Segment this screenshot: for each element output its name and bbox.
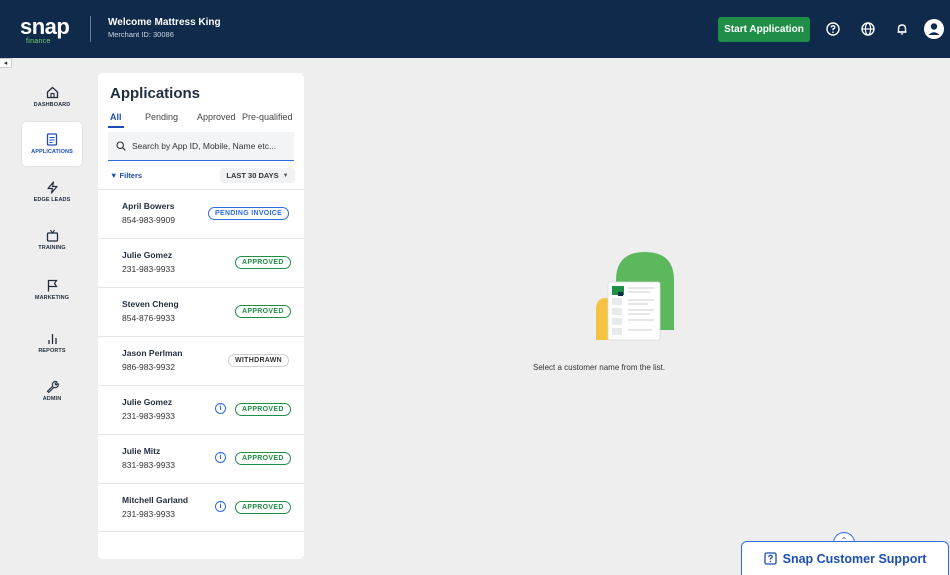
tab-all[interactable]: All	[110, 112, 122, 122]
home-icon	[46, 86, 58, 99]
wrench-icon	[46, 380, 59, 393]
sidebar-item-edge-leads[interactable]: EDGE LEADS	[22, 170, 82, 214]
sidebar-item-reports[interactable]: REPORTS	[22, 321, 82, 365]
filter-icon: ▼	[110, 171, 118, 180]
lightning-icon	[46, 181, 58, 194]
table-row[interactable]: Steven Cheng 854-876-9933 APPROVED	[98, 287, 304, 336]
info-icon[interactable]: i	[215, 501, 226, 512]
empty-state-illustration	[596, 252, 674, 341]
sidebar-item-label: EDGE LEADS	[33, 197, 71, 203]
active-tab-underline	[108, 126, 124, 128]
sidebar-item-label: APPLICATIONS	[31, 149, 73, 155]
help-box-icon	[763, 552, 777, 565]
search-icon	[116, 141, 126, 151]
customer-support-button[interactable]: Snap Customer Support	[741, 541, 949, 575]
sidebar-item-label: MARKETING	[34, 295, 70, 301]
sidebar-item-marketing[interactable]: MARKETING	[22, 268, 82, 312]
applicant-name: Steven Cheng	[122, 299, 179, 309]
bell-icon[interactable]	[892, 19, 912, 39]
sidebar-item-label: ADMIN	[42, 396, 62, 402]
snap-logo[interactable]: snap	[20, 14, 70, 40]
sidebar-item-label: REPORTS	[38, 348, 66, 354]
applicant-phone: 854-983-9909	[122, 215, 175, 225]
document-icon	[46, 133, 58, 146]
help-icon[interactable]	[823, 19, 843, 39]
status-badge: APPROVED	[235, 501, 291, 514]
applicant-name: Julie Mitz	[122, 446, 161, 456]
applicant-phone: 854-876-9933	[122, 313, 175, 323]
applications-panel: Applications All Pending Approved Pre-qu…	[98, 73, 304, 559]
filters-button[interactable]: ▼ Filters	[110, 171, 142, 180]
welcome-text: Welcome Mattress King	[108, 17, 221, 28]
applicant-phone: 831-983-9933	[122, 460, 175, 470]
table-row[interactable]: Julie Mitz 831-983-9933 i APPROVED	[98, 434, 304, 483]
applicant-phone: 986-983-9932	[122, 362, 175, 372]
sidebar-item-label: TRAINING	[38, 245, 66, 251]
applicant-phone: 231-983-9933	[122, 509, 175, 519]
date-range-label: LAST 30 DAYS	[226, 171, 279, 180]
table-row[interactable]: Mitchell Garland 231-983-9933 i APPROVED	[98, 483, 304, 532]
globe-icon[interactable]	[858, 19, 878, 39]
tab-approved[interactable]: Approved	[197, 112, 236, 122]
applicant-phone: 231-983-9933	[122, 264, 175, 274]
status-badge: APPROVED	[235, 452, 291, 465]
bar-chart-icon	[47, 334, 57, 344]
table-row[interactable]: Jason Perlman 986-983-9932 WITHDRAWN	[98, 336, 304, 385]
sidebar-item-label: DASHBOARD	[33, 102, 71, 108]
status-badge: WITHDRAWN	[228, 354, 290, 367]
applicant-name: Julie Gomez	[122, 250, 173, 260]
support-label: Snap Customer Support	[782, 551, 927, 566]
merchant-id: Merchant ID: 30086	[108, 30, 174, 39]
table-row[interactable]: Julie Gomez 231-983-9933 APPROVED	[98, 238, 304, 287]
applicant-name: Julie Gomez	[122, 397, 173, 407]
empty-state-message: Select a customer name from the list.	[533, 363, 666, 372]
sidebar-item-training[interactable]: TRAINING	[22, 218, 82, 262]
search-input[interactable]	[132, 141, 292, 151]
applicant-name: April Bowers	[122, 201, 175, 211]
search-box	[108, 132, 294, 161]
start-application-button[interactable]: Start Application	[718, 17, 810, 42]
status-badge: APPROVED	[235, 403, 291, 416]
info-icon[interactable]: i	[215, 452, 226, 463]
tv-icon	[46, 229, 58, 242]
tab-pre-qualified[interactable]: Pre-qualified	[242, 112, 293, 122]
applicant-phone: 231-983-9933	[122, 411, 175, 421]
top-header: snap finance Welcome Mattress King Merch…	[0, 0, 950, 58]
status-badge: APPROVED	[235, 256, 291, 269]
status-badge: PENDING INVOICE	[208, 207, 290, 220]
flag-icon	[47, 279, 58, 292]
user-avatar-icon[interactable]	[923, 18, 945, 40]
date-range-dropdown[interactable]: LAST 30 DAYS ▼	[220, 168, 295, 183]
sidebar-item-dashboard[interactable]: DASHBOARD	[22, 75, 82, 119]
header-divider	[90, 16, 91, 42]
collapse-sidebar-toggle[interactable]: ◂	[0, 58, 12, 68]
status-badge: APPROVED	[235, 305, 291, 318]
applicant-name: Mitchell Garland	[122, 495, 189, 505]
table-row[interactable]: Julie Gomez 231-983-9933 i APPROVED	[98, 385, 304, 434]
applicant-name: Jason Perlman	[122, 348, 183, 358]
table-row[interactable]: April Bowers 854-983-9909 PENDING INVOIC…	[98, 189, 304, 238]
sidebar-item-admin[interactable]: ADMIN	[22, 369, 82, 413]
filters-label: Filters	[119, 171, 143, 180]
info-icon[interactable]: i	[215, 403, 226, 414]
panel-title: Applications	[110, 85, 201, 102]
logo-subtitle: finance	[26, 38, 51, 45]
sidebar-item-applications[interactable]: APPLICATIONS	[22, 122, 82, 166]
tab-pending[interactable]: Pending	[145, 112, 178, 122]
chevron-down-icon: ▼	[282, 172, 289, 179]
status-tabs: All Pending Approved Pre-qualified	[98, 109, 304, 129]
